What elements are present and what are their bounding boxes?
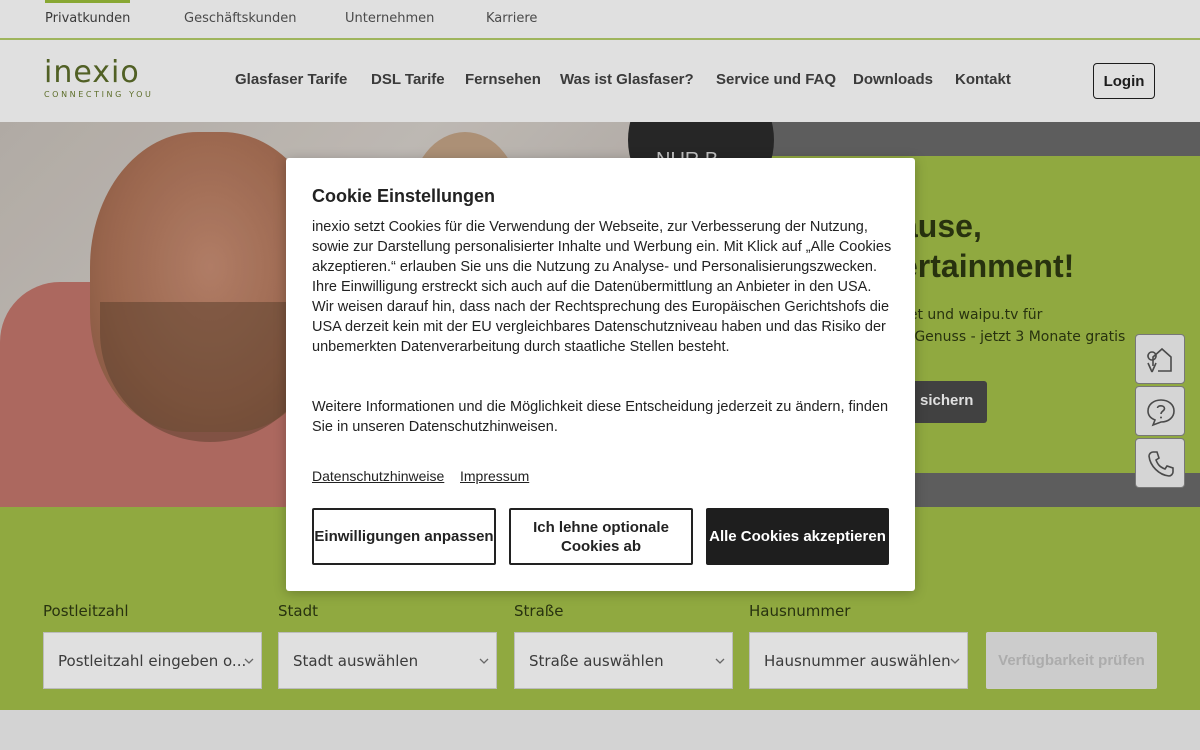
cookie-dialog-info-text: Weitere Informationen und die Möglichkei… (312, 399, 889, 435)
reject-optional-cookies-button[interactable]: Ich lehne optionale Cookies ab (509, 508, 693, 565)
cookie-dialog-title: Cookie Einstellungen (312, 186, 496, 206)
cookie-dialog-text: inexio setzt Cookies für die Verwendung … (312, 219, 892, 355)
accept-all-cookies-button[interactable]: Alle Cookies akzeptieren (706, 508, 889, 565)
imprint-link[interactable]: Impressum (460, 468, 529, 484)
customize-consent-button[interactable]: Einwilligungen anpassen (312, 508, 496, 565)
privacy-policy-link[interactable]: Datenschutzhinweise (312, 468, 444, 484)
cookie-settings-dialog: Cookie Einstellungen inexio setzt Cookie… (286, 158, 915, 591)
